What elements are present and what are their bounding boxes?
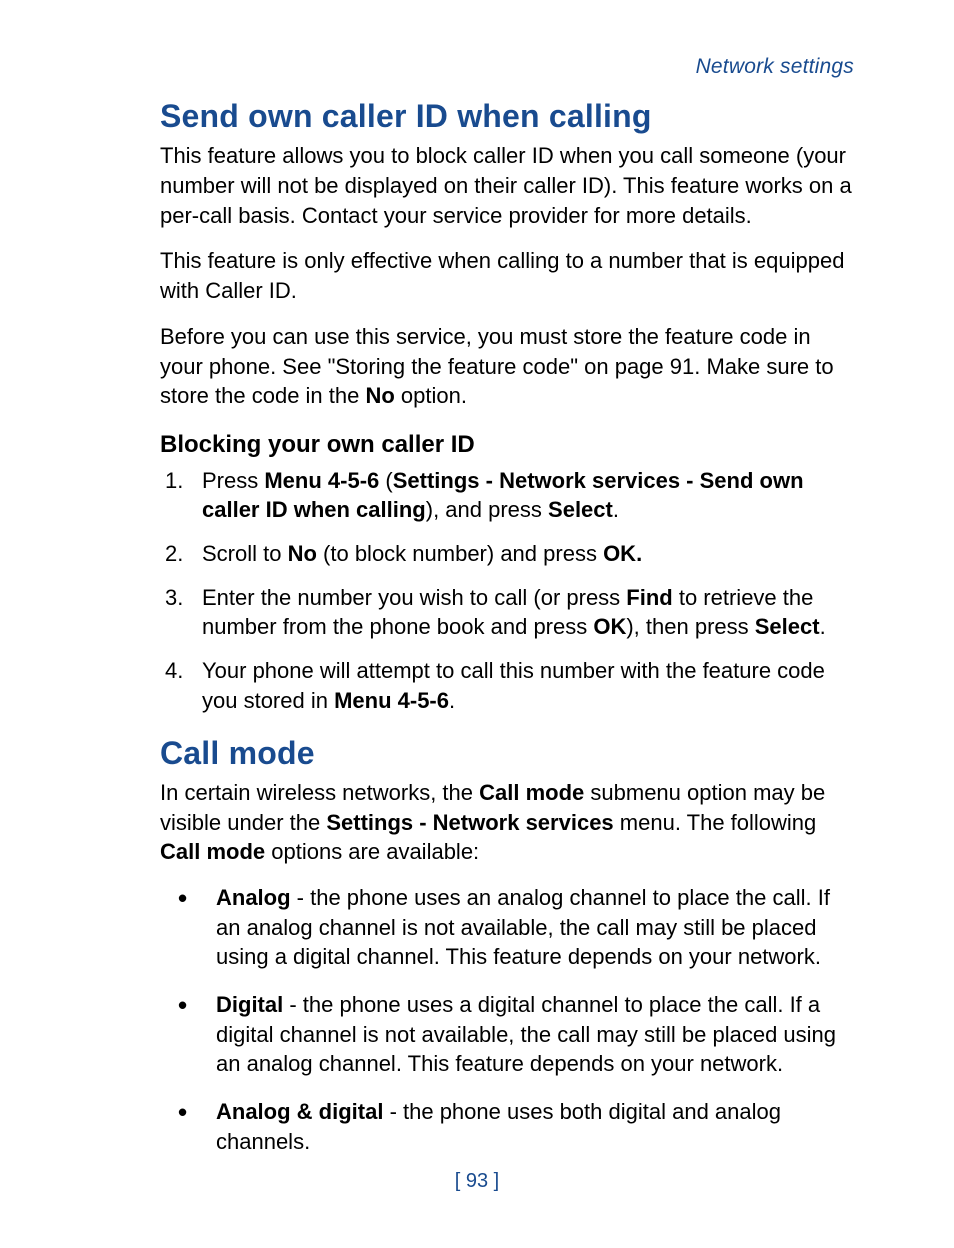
step-item: Your phone will attempt to call this num…	[160, 656, 854, 715]
text: Before you can use this service, you mus…	[160, 324, 834, 408]
bold-text: No	[365, 383, 394, 408]
text: option.	[395, 383, 467, 408]
heading-call-mode: Call mode	[160, 734, 854, 772]
step-item: Press Menu 4-5-6 (Settings - Network ser…	[160, 466, 854, 525]
text: ), and press	[426, 497, 548, 522]
step-item: Enter the number you wish to call (or pr…	[160, 583, 854, 642]
bold-text: Digital	[216, 992, 283, 1017]
text: (	[379, 468, 392, 493]
text: options are available:	[265, 839, 479, 864]
text: Enter the number you wish to call (or pr…	[202, 585, 626, 610]
paragraph: In certain wireless networks, the Call m…	[160, 778, 854, 867]
paragraph: This feature allows you to block caller …	[160, 141, 854, 230]
ordered-steps: Press Menu 4-5-6 (Settings - Network ser…	[160, 466, 854, 716]
bold-text: Settings - Network services	[326, 810, 613, 835]
text: .	[820, 614, 826, 639]
bold-text: Select	[548, 497, 613, 522]
bold-text: Find	[626, 585, 672, 610]
page-number: [ 93 ]	[0, 1170, 954, 1193]
bold-text: No	[288, 541, 317, 566]
heading-send-own-caller-id: Send own caller ID when calling	[160, 97, 854, 135]
text: .	[449, 688, 455, 713]
bold-text: Menu 4-5-6	[264, 468, 379, 493]
bold-text: Call mode	[479, 780, 584, 805]
running-header: Network settings	[160, 55, 854, 79]
paragraph: This feature is only effective when call…	[160, 246, 854, 305]
text: menu. The following	[614, 810, 817, 835]
text: In certain wireless networks, the	[160, 780, 479, 805]
bold-text: Analog	[216, 885, 291, 910]
bullet-item: Analog - the phone uses an analog channe…	[160, 883, 854, 972]
step-item: Scroll to No (to block number) and press…	[160, 539, 854, 569]
bold-text: Call mode	[160, 839, 265, 864]
bold-text: Analog & digital	[216, 1099, 383, 1124]
text: Scroll to	[202, 541, 288, 566]
text: Press	[202, 468, 264, 493]
bold-text: OK.	[603, 541, 642, 566]
text: Your phone will attempt to call this num…	[202, 658, 825, 713]
paragraph: Before you can use this service, you mus…	[160, 322, 854, 411]
page-content: Network settings Send own caller ID when…	[0, 0, 954, 1156]
text: .	[613, 497, 619, 522]
heading-blocking-caller-id: Blocking your own caller ID	[160, 431, 854, 460]
text: ), then press	[626, 614, 754, 639]
bullet-item: Analog & digital - the phone uses both d…	[160, 1097, 854, 1156]
text: - the phone uses an analog channel to pl…	[216, 885, 830, 969]
bold-text: Select	[755, 614, 820, 639]
text: (to block number) and press	[317, 541, 603, 566]
bold-text: Menu 4-5-6	[334, 688, 449, 713]
bold-text: OK	[593, 614, 626, 639]
bullet-list: Analog - the phone uses an analog channe…	[160, 883, 854, 1157]
text: - the phone uses a digital channel to pl…	[216, 992, 836, 1076]
bullet-item: Digital - the phone uses a digital chann…	[160, 990, 854, 1079]
